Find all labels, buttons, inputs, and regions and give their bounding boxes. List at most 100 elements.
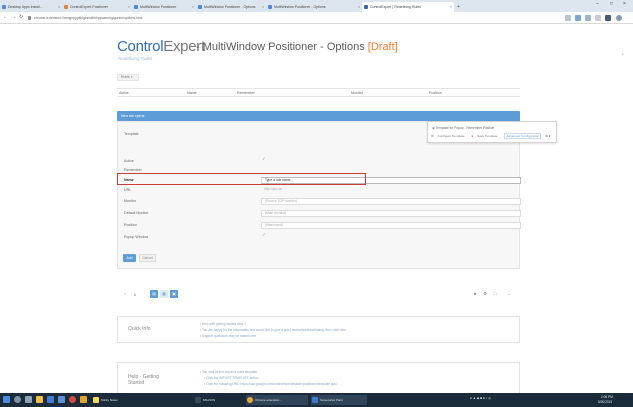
template-label: Template	[124, 132, 139, 136]
brand-logo: ControlExpert	[117, 38, 205, 55]
position-select[interactable]: (Maximized)	[261, 222, 521, 229]
url-label: URL	[124, 188, 132, 192]
back-arrow-icon[interactable]: ‹	[121, 290, 129, 298]
back-icon[interactable]: ←	[3, 14, 8, 20]
star-icon[interactable]: ★	[471, 290, 479, 298]
monitor-label: Monitor	[124, 199, 136, 203]
taskbar-app[interactable]: Sticky Notes	[92, 395, 144, 405]
column-header-monitor[interactable]: Monitor	[351, 91, 363, 95]
view-compact-icon[interactable]: ▣	[170, 290, 178, 298]
advanced-configuration-button[interactable]: Advanced Configuration	[504, 133, 542, 139]
quick-info-line[interactable]: • Help with getting started click ?	[200, 322, 246, 326]
extension-icon[interactable]	[595, 15, 601, 21]
extension-icon[interactable]	[575, 15, 581, 21]
forward-icon[interactable]: →	[11, 14, 16, 20]
add-button[interactable]: Add	[123, 254, 136, 262]
configure-template-button[interactable]: ⚙ Configure Template	[431, 134, 467, 138]
help-title: Help - Getting Started	[128, 374, 159, 386]
column-header-position[interactable]: Position	[429, 91, 442, 95]
browser-tab[interactable]: MultiWindow Positioner ×	[132, 2, 196, 12]
extension-icon[interactable]	[585, 15, 591, 21]
lock-icon	[28, 16, 31, 20]
save-template-button[interactable]: ● Save Template	[471, 134, 500, 138]
new-tab-button[interactable]: +	[457, 2, 460, 12]
search-icon[interactable]	[14, 396, 21, 403]
taskbar-app[interactable]: MS-DOS	[194, 395, 240, 405]
rules-toolbar: ‹ ⤓ ▤ ▦ ▣ ★ ⚙ □ –	[117, 290, 520, 301]
system-tray-icons[interactable]: ● ▲ ◆ ■ ● ♪ ◎	[470, 396, 491, 400]
browser-tab-strip: Desktop Apps Install... × ControlExpert …	[0, 0, 633, 12]
terminal-icon	[195, 397, 201, 403]
quick-info-line[interactable]: • You are happy for the information and …	[200, 328, 346, 332]
help-line: • You may at first import a rules templa…	[200, 370, 258, 374]
windows-taskbar: Sticky Notes MS-DOS Chrome extension... …	[0, 393, 633, 407]
mail-icon[interactable]	[58, 396, 65, 403]
tab-favicon-icon	[268, 5, 272, 9]
popup-window-checkbox[interactable]: ✓	[262, 232, 266, 238]
bookmark-star-icon[interactable]	[565, 15, 571, 21]
close-tab-icon[interactable]: ×	[128, 2, 130, 12]
taskbar-date[interactable]: 5/30/2019	[598, 400, 612, 404]
filter-pill[interactable]: Rules ×	[117, 74, 139, 81]
app-icon[interactable]	[80, 396, 87, 403]
new-rule-panel-header: New tab opens	[117, 111, 520, 121]
close-icon[interactable]: □	[491, 290, 499, 298]
download-icon[interactable]: ⤓	[131, 290, 139, 298]
help-line[interactable]: • Click the following URL: https://raw.g…	[204, 382, 337, 386]
browser-tab[interactable]: Desktop Apps Install... ×	[0, 2, 62, 12]
address-bar: ← → ↻ chrome-extension://mmgnpppkklglnmd…	[0, 12, 633, 24]
close-tab-icon[interactable]: ×	[58, 2, 60, 12]
reload-icon[interactable]: ↻	[19, 14, 23, 20]
template-popup: ▣ Template for Popup - Remember Position…	[427, 121, 557, 143]
column-header-remember[interactable]: Remember	[237, 91, 255, 95]
active-label: Active	[124, 159, 134, 163]
close-tab-icon[interactable]: ×	[192, 2, 194, 12]
store-icon[interactable]	[47, 396, 54, 403]
maximize-window-icon[interactable]: □	[610, 1, 613, 7]
start-menu-icon[interactable]	[3, 396, 10, 403]
url-field[interactable]: chrome-extension://mmgnpppkklglnmdbhhppo…	[28, 14, 548, 22]
cancel-button[interactable]: Cancel	[139, 254, 156, 262]
active-checkbox[interactable]: ✓	[262, 156, 266, 162]
url-input[interactable]: http://abc.de	[261, 187, 521, 194]
close-tab-icon[interactable]: ×	[262, 2, 264, 12]
view-list-icon[interactable]: ▤	[150, 290, 158, 298]
task-view-icon[interactable]	[25, 396, 32, 403]
default-monitor-select[interactable]: (Main monitor)	[261, 210, 521, 217]
profile-icon[interactable]	[616, 15, 622, 21]
side-panel-icon[interactable]: ›	[622, 52, 624, 58]
paint-icon	[312, 397, 318, 403]
default-monitor-label: Default Monitor	[124, 211, 149, 215]
column-header-active[interactable]: Active	[119, 91, 129, 95]
taskbar-app-active[interactable]: Chrome extension...	[246, 395, 308, 405]
tab-favicon-icon	[134, 5, 138, 9]
browser-tab[interactable]: MultiWindow Positioner - Options ×	[196, 2, 266, 12]
browser-tab[interactable]: MultiWindow Positioner - Options ×	[266, 2, 362, 12]
template-popup-actions: ⚙ Configure Template ● Save Template Adv…	[431, 133, 553, 139]
settings-icon[interactable]: ⚙	[481, 290, 489, 298]
view-grid-icon[interactable]: ▦	[160, 290, 168, 298]
draft-badge: [Draft]	[367, 41, 398, 53]
chrome-icon	[247, 397, 253, 403]
quick-info-panel: Quick Info • Help with getting started c…	[117, 316, 520, 343]
extension-icon[interactable]	[605, 15, 611, 21]
close-tab-icon[interactable]: ×	[450, 2, 452, 12]
column-header-name[interactable]: Name	[187, 91, 197, 95]
quick-info-line[interactable]: • Support questions may be raised here	[200, 334, 256, 338]
browser-tab-active[interactable]: ControlExpert | Redefining Rules ×	[362, 2, 454, 12]
template-icon: ▣	[432, 126, 436, 130]
minus-icon[interactable]: –	[505, 290, 513, 298]
file-explorer-icon[interactable]	[36, 396, 43, 403]
remember-label: Remember	[124, 168, 142, 172]
settings-dropdown-icon[interactable]: ⚙ ▾	[545, 134, 550, 138]
chrome-icon[interactable]	[69, 396, 76, 403]
monitor-select[interactable]: (Source TOP Monitor)	[261, 198, 521, 205]
new-rule-form: Template Active ✓ Remember Name Type a r…	[117, 121, 521, 269]
taskbar-app-active[interactable]: Screenshot Paint	[311, 395, 367, 405]
help-line[interactable]: • Click the IMPORT TEMPLATE button	[204, 376, 259, 380]
browser-tab[interactable]: ControlExpert Positioner ×	[62, 2, 132, 12]
close-tab-icon[interactable]: ×	[358, 2, 360, 12]
close-window-icon[interactable]: ×	[623, 1, 626, 7]
minimize-window-icon[interactable]: –	[596, 1, 599, 7]
taskbar-clock[interactable]: 2:08 PM	[601, 395, 613, 399]
